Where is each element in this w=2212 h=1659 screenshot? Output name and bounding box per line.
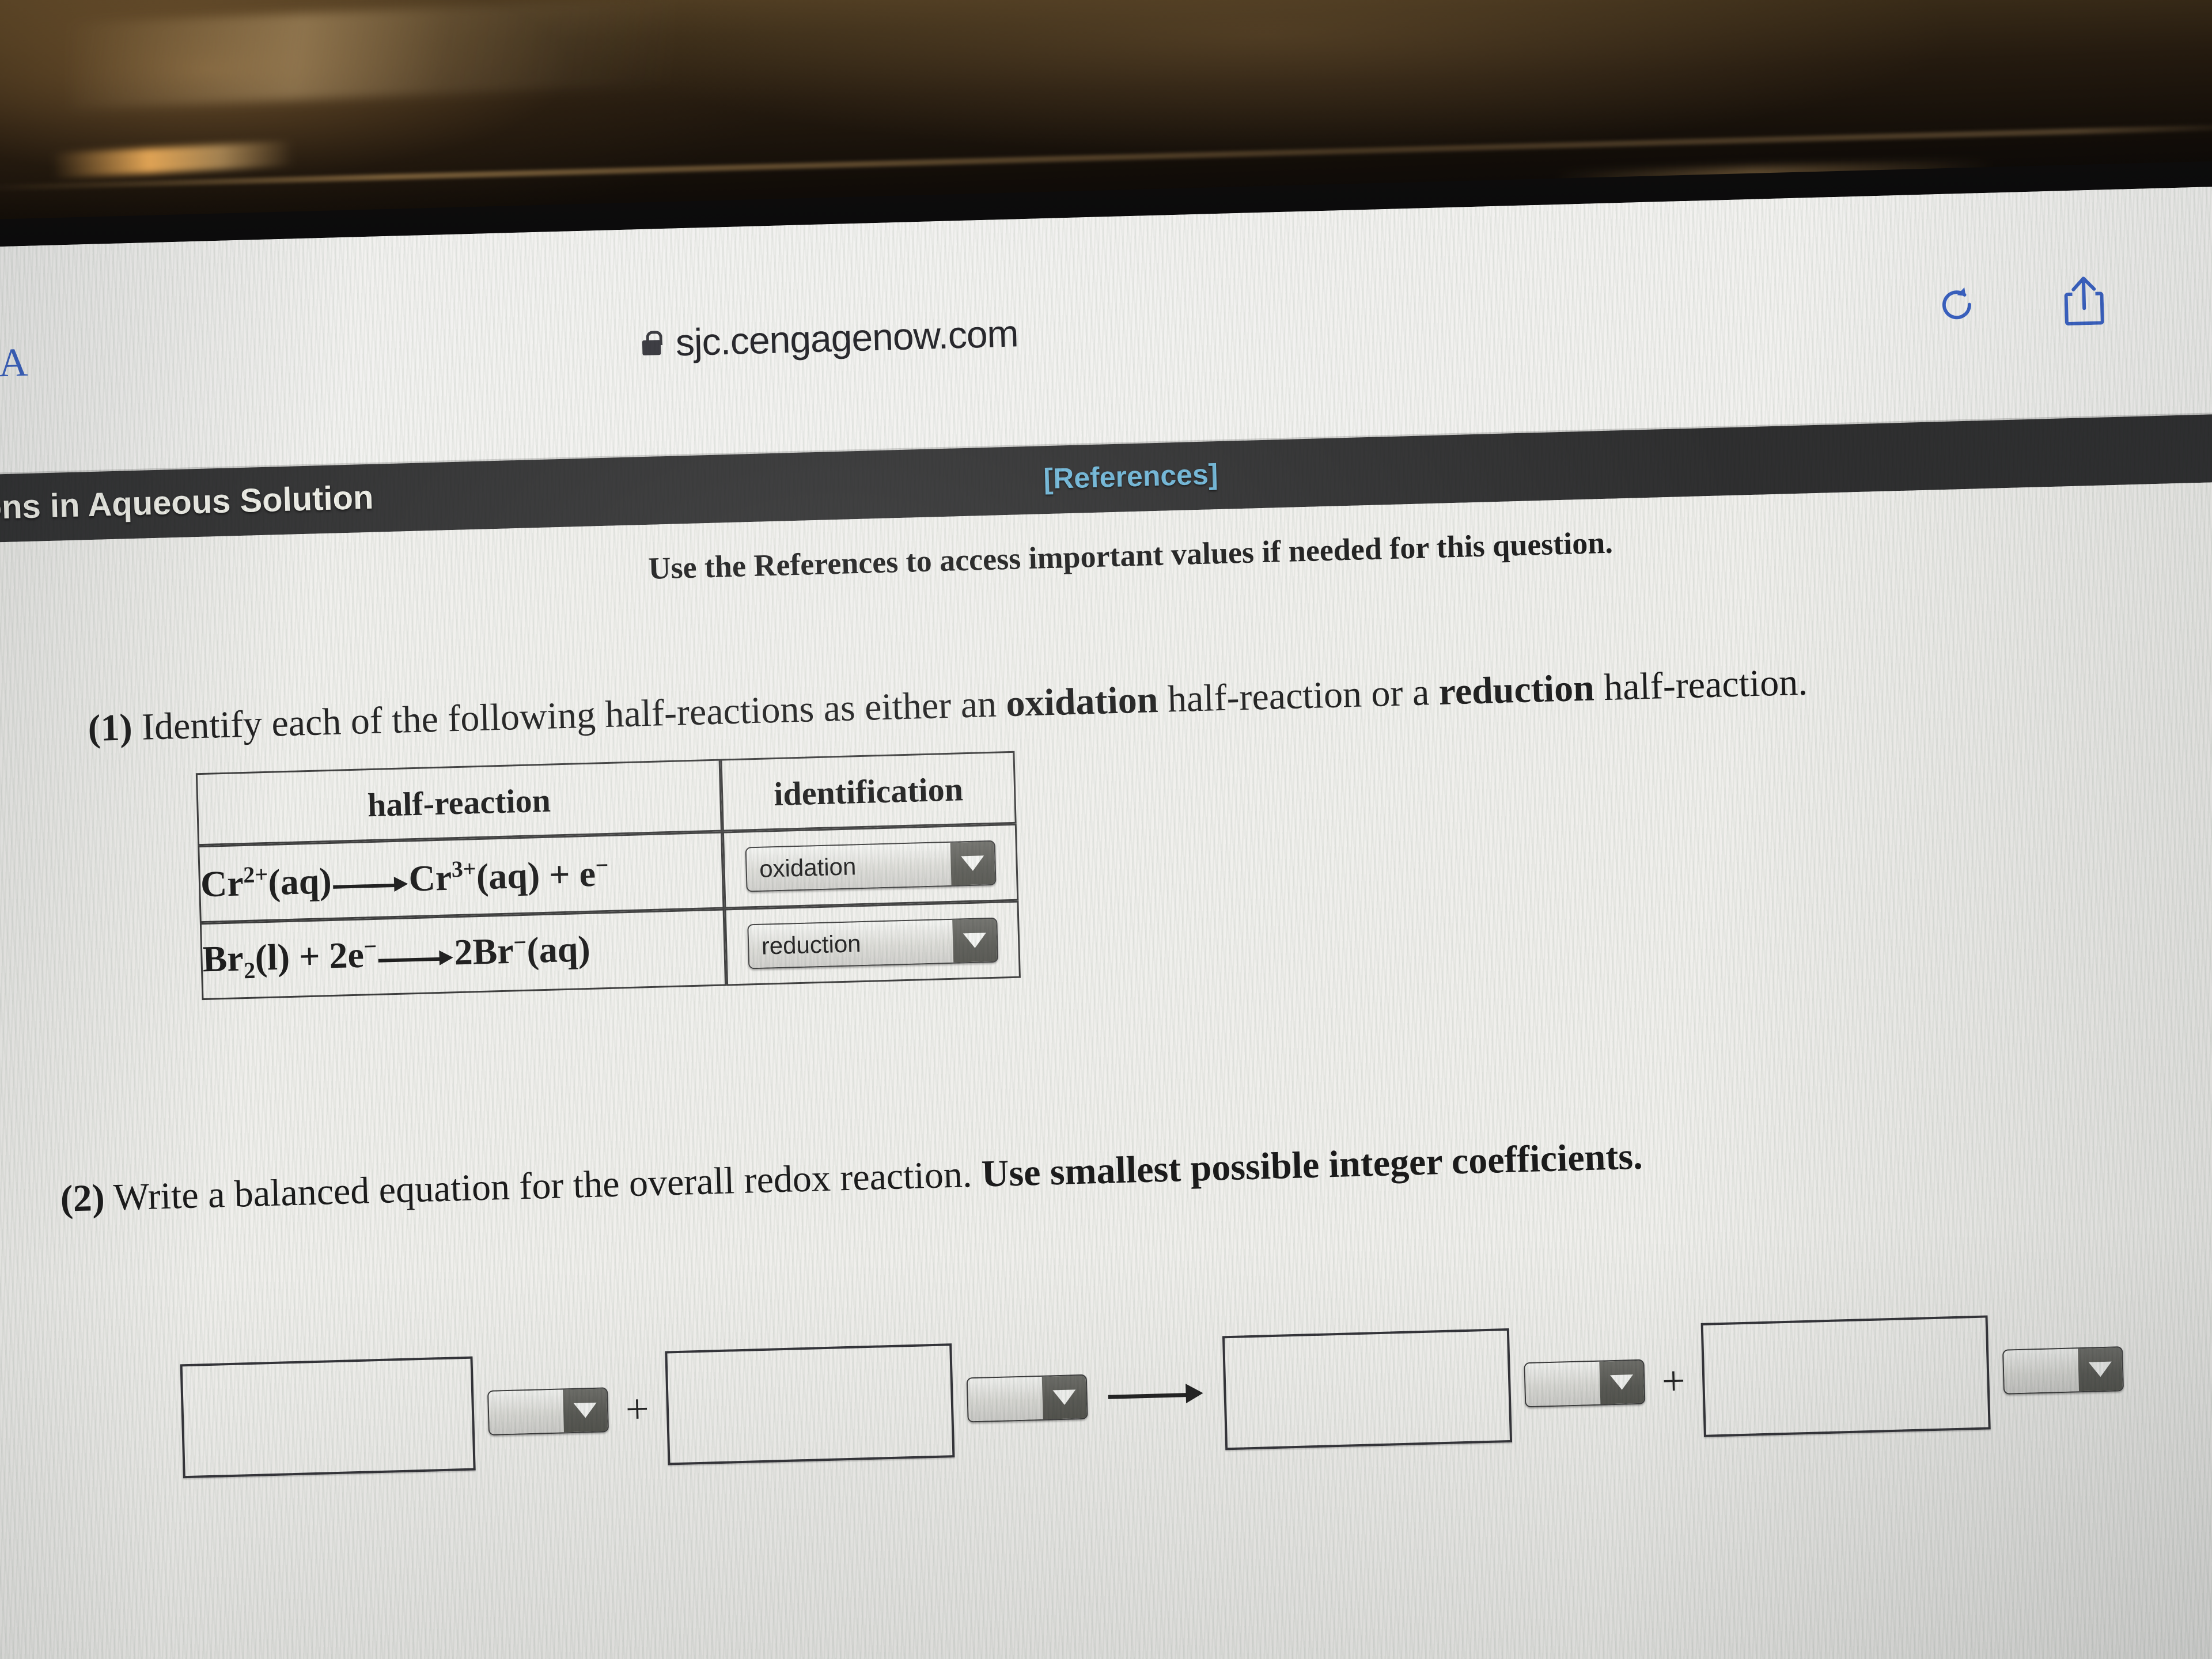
column-header-half-reaction: half-reaction bbox=[195, 759, 722, 846]
two-electrons-term: + 2e bbox=[289, 934, 365, 978]
electron-charge: − bbox=[594, 852, 609, 878]
question-1-middle: half-reaction or a bbox=[1157, 671, 1440, 721]
question-1-text: (1) Identify each of the following half-… bbox=[88, 661, 1808, 751]
identification-select-2-value: reduction bbox=[748, 919, 953, 968]
identification-select-1[interactable]: oxidation bbox=[745, 840, 997, 892]
identification-cell-1: oxidation bbox=[722, 823, 1019, 909]
charge-3plus: 3+ bbox=[451, 855, 477, 882]
yields-arrow-icon bbox=[1108, 1389, 1203, 1400]
balanced-equation-answer-row: + + bbox=[180, 1312, 2125, 1479]
bromide-charge: − bbox=[513, 929, 527, 956]
share-icon[interactable] bbox=[2064, 276, 2104, 326]
bezel-glint bbox=[51, 141, 294, 179]
identification-cell-2: reduction bbox=[724, 900, 1021, 986]
half-reaction-cell-1: Cr2+(aq) Cr3+(aq) + e− bbox=[198, 831, 725, 923]
page-title: tions in Aqueous Solution bbox=[0, 478, 374, 528]
equation-input-2[interactable] bbox=[664, 1343, 955, 1465]
state-l: (l) bbox=[254, 936, 290, 979]
subscript-2: 2 bbox=[243, 957, 256, 984]
electron-term: + e bbox=[539, 853, 596, 896]
question-1-bold-reduction: reduction bbox=[1438, 666, 1595, 713]
question-1-bold-oxidation: oxidation bbox=[1005, 679, 1159, 725]
state-select-1[interactable] bbox=[487, 1387, 609, 1435]
equation-input-1[interactable] bbox=[180, 1356, 476, 1479]
chevron-down-icon bbox=[563, 1388, 608, 1433]
state-select-4[interactable] bbox=[2002, 1346, 2124, 1395]
reaction-arrow-icon bbox=[333, 881, 408, 890]
chevron-down-icon bbox=[1041, 1375, 1087, 1419]
state-aq-1: (aq) bbox=[267, 860, 332, 903]
lock-icon bbox=[642, 331, 663, 356]
address-bar[interactable]: sjc.cengagenow.com bbox=[642, 311, 1019, 365]
state-aq-3: (aq) bbox=[526, 928, 591, 971]
page-content: Use the References to access important v… bbox=[0, 480, 2212, 1659]
species-br2: Br bbox=[202, 937, 244, 980]
question-2-number: (2) bbox=[59, 1176, 105, 1220]
species-cr3: Cr bbox=[408, 857, 453, 899]
half-reaction-table: half-reaction identification Cr2+(aq) Cr3… bbox=[195, 751, 1021, 1001]
state-select-2[interactable] bbox=[966, 1374, 1088, 1423]
screen-rotation-wrapper: AA sjc.cengagenow.com bbox=[0, 185, 2212, 1659]
state-select-1-value bbox=[488, 1389, 565, 1434]
identification-select-1-value: oxidation bbox=[746, 842, 952, 891]
references-link[interactable]: [References] bbox=[1043, 457, 1218, 495]
identification-select-2[interactable]: reduction bbox=[747, 917, 998, 969]
equation-input-3[interactable] bbox=[1222, 1328, 1512, 1450]
question-2-text: (2) Write a balanced equation for the ov… bbox=[60, 1135, 1643, 1221]
state-select-2-value bbox=[967, 1376, 1043, 1422]
species-bromide: 2Br bbox=[453, 930, 514, 973]
tablet-screen: AA sjc.cengagenow.com bbox=[0, 185, 2212, 1659]
url-text: sjc.cengagenow.com bbox=[675, 312, 1019, 364]
plus-sign-1: + bbox=[624, 1385, 650, 1432]
half-reaction-cell-2: Br2(l) + 2e− 2Br−(aq) bbox=[199, 908, 727, 1001]
text-size-button[interactable]: AA bbox=[0, 340, 28, 386]
large-a-glyph: A bbox=[0, 340, 28, 386]
plus-sign-2: + bbox=[1661, 1357, 1686, 1404]
question-1-number: (1) bbox=[87, 706, 133, 750]
chevron-down-icon bbox=[950, 841, 995, 885]
reaction-arrow-icon bbox=[378, 955, 453, 964]
charge-2plus: 2+ bbox=[243, 861, 268, 888]
electron-charge-2: − bbox=[363, 933, 377, 960]
question-1-tail: half-reaction. bbox=[1593, 661, 1808, 709]
species-cr2: Cr bbox=[200, 862, 244, 905]
reload-icon[interactable] bbox=[1937, 285, 1976, 324]
state-select-3[interactable] bbox=[1523, 1359, 1645, 1408]
question-1-lead: Identify each of the following half-reac… bbox=[141, 683, 1007, 748]
question-2-bold: Use smallest possible integer coefficien… bbox=[980, 1135, 1643, 1195]
state-select-3-value bbox=[1525, 1361, 1600, 1407]
equation-input-4[interactable] bbox=[1700, 1315, 1991, 1437]
bezel-highlight bbox=[67, 0, 676, 109]
column-header-identification: identification bbox=[720, 751, 1017, 832]
question-2-lead: Write a balanced equation for the overal… bbox=[112, 1153, 982, 1219]
photo-of-tablet-screen: AA sjc.cengagenow.com bbox=[0, 0, 2212, 1659]
chevron-down-icon bbox=[2078, 1347, 2123, 1392]
state-aq-2: (aq) bbox=[475, 854, 541, 897]
chevron-down-icon bbox=[952, 918, 997, 963]
references-note: Use the References to access important v… bbox=[647, 525, 1613, 586]
state-select-4-value bbox=[2003, 1349, 2080, 1393]
chevron-down-icon bbox=[1599, 1360, 1644, 1404]
